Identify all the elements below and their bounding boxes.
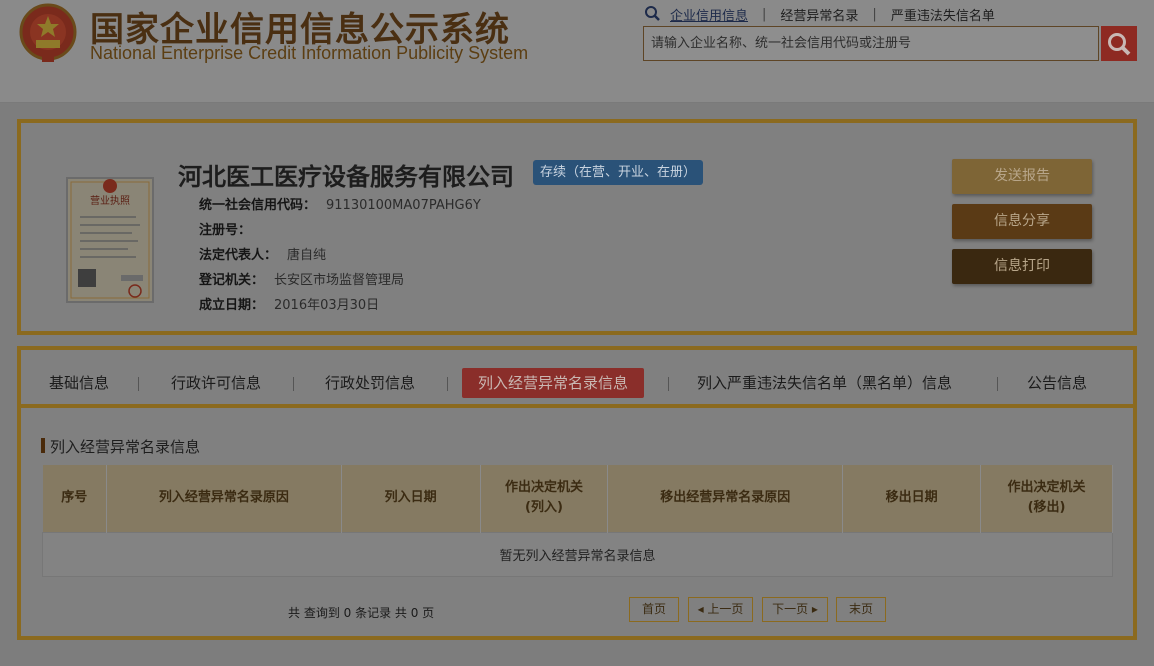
pager-summary: 共 查询到 0 条记录 共 0 页 bbox=[288, 606, 435, 620]
field-value: 长安区市场监督管理局 bbox=[274, 273, 405, 288]
tab-announcements[interactable]: 公告信息 bbox=[1027, 368, 1087, 398]
tab-divider bbox=[447, 377, 448, 391]
search-icon bbox=[645, 6, 660, 21]
national-emblem-icon bbox=[19, 3, 77, 62]
column-header: 序号 bbox=[42, 465, 107, 532]
field-value: 91130100MA07PAHG6Y bbox=[326, 198, 481, 213]
tab-divider bbox=[138, 377, 139, 391]
tab-basic-info[interactable]: 基础信息 bbox=[49, 368, 109, 398]
tab-admin-penalty[interactable]: 行政处罚信息 bbox=[325, 368, 415, 398]
top-links: 企业信用信息 | 经营异常名录 | 严重违法失信名单 bbox=[644, 4, 995, 24]
search-icon bbox=[1108, 32, 1131, 55]
info-row-legal-rep: 法定代表人： 唐自纯 bbox=[199, 244, 326, 263]
field-label: 注册号： bbox=[199, 223, 252, 238]
print-info-button[interactable]: 信息打印 bbox=[952, 249, 1092, 284]
pager-prev-button[interactable]: ◂ 上一页 bbox=[688, 597, 753, 622]
license-label: 营业执照 bbox=[90, 194, 130, 207]
info-row-reg-authority: 登记机关： 长安区市场监督管理局 bbox=[199, 269, 404, 288]
site-header: 国家企业信用信息公示系统 National Enterprise Credit … bbox=[0, 0, 1154, 103]
link-divider: | bbox=[872, 6, 877, 22]
empty-message: 暂无列入经营异常名录信息 bbox=[42, 531, 1113, 577]
company-card: 营业执照 河北医工医疗设备服务有限公司 存续（在营、开业、在册） 统一社会信用代… bbox=[17, 119, 1137, 335]
business-license-icon: 营业执照 bbox=[66, 177, 154, 303]
table-row: 暂无列入经营异常名录信息 bbox=[42, 531, 1113, 577]
tab-divider bbox=[293, 377, 294, 391]
field-label: 统一社会信用代码： bbox=[199, 198, 317, 213]
tab-divider bbox=[668, 377, 669, 391]
link-divider: | bbox=[762, 6, 767, 22]
info-row-founded-date: 成立日期： 2016年03月30日 bbox=[199, 294, 379, 313]
tab-blacklist[interactable]: 列入严重违法失信名单（黑名单）信息 bbox=[697, 368, 952, 398]
company-name: 河北医工医疗设备服务有限公司 bbox=[178, 163, 514, 191]
column-header: 列入日期 bbox=[341, 465, 481, 532]
search-button[interactable] bbox=[1101, 26, 1137, 61]
column-header: 作出决定机关 (列入) bbox=[480, 465, 609, 532]
tab-bar: 基础信息 行政许可信息 行政处罚信息 列入经营异常名录信息 列入严重违法失信名单… bbox=[21, 350, 1133, 408]
detail-panel: 基础信息 行政许可信息 行政处罚信息 列入经营异常名录信息 列入严重违法失信名单… bbox=[17, 346, 1137, 640]
column-header: 列入经营异常名录原因 bbox=[106, 465, 342, 532]
link-abnormal-list[interactable]: 经营异常名录 bbox=[780, 5, 858, 24]
field-value: 唐自纯 bbox=[287, 248, 327, 263]
abnormal-list-table: 序号 列入经营异常名录原因 列入日期 作出决定机关 (列入) 移出经营异常名录原… bbox=[42, 465, 1113, 577]
column-header: 移出日期 bbox=[842, 465, 982, 532]
search-input[interactable] bbox=[643, 26, 1099, 61]
pager-last-button[interactable]: 末页 bbox=[836, 597, 886, 622]
tab-divider bbox=[997, 377, 998, 391]
site-title-en: National Enterprise Credit Information P… bbox=[90, 43, 529, 63]
column-header: 作出决定机关 (移出) bbox=[980, 465, 1113, 532]
tab-abnormal-list[interactable]: 列入经营异常名录信息 bbox=[462, 368, 645, 398]
field-label: 登记机关： bbox=[199, 273, 265, 288]
field-value: 2016年03月30日 bbox=[274, 298, 380, 313]
share-info-button[interactable]: 信息分享 bbox=[952, 204, 1092, 239]
tab-admin-license[interactable]: 行政许可信息 bbox=[171, 368, 261, 398]
pager-next-button[interactable]: 下一页 ▸ bbox=[762, 597, 828, 622]
status-badge: 存续（在营、开业、在册） bbox=[533, 160, 704, 185]
pager-first-button[interactable]: 首页 bbox=[629, 597, 679, 622]
column-header: 移出经营异常名录原因 bbox=[607, 465, 844, 532]
field-label: 法定代表人： bbox=[199, 248, 278, 263]
table-header-row: 序号 列入经营异常名录原因 列入日期 作出决定机关 (列入) 移出经营异常名录原… bbox=[42, 465, 1113, 532]
link-blacklist[interactable]: 严重违法失信名单 bbox=[891, 5, 995, 24]
section-title: 列入经营异常名录信息 bbox=[41, 436, 200, 457]
send-report-button[interactable]: 发送报告 bbox=[952, 159, 1092, 194]
link-enterprise-credit[interactable]: 企业信用信息 bbox=[670, 5, 748, 24]
field-label: 成立日期： bbox=[199, 298, 265, 313]
info-row-reg-number: 注册号： bbox=[199, 219, 261, 238]
info-row-credit-code: 统一社会信用代码： 91130100MA07PAHG6Y bbox=[199, 194, 481, 213]
